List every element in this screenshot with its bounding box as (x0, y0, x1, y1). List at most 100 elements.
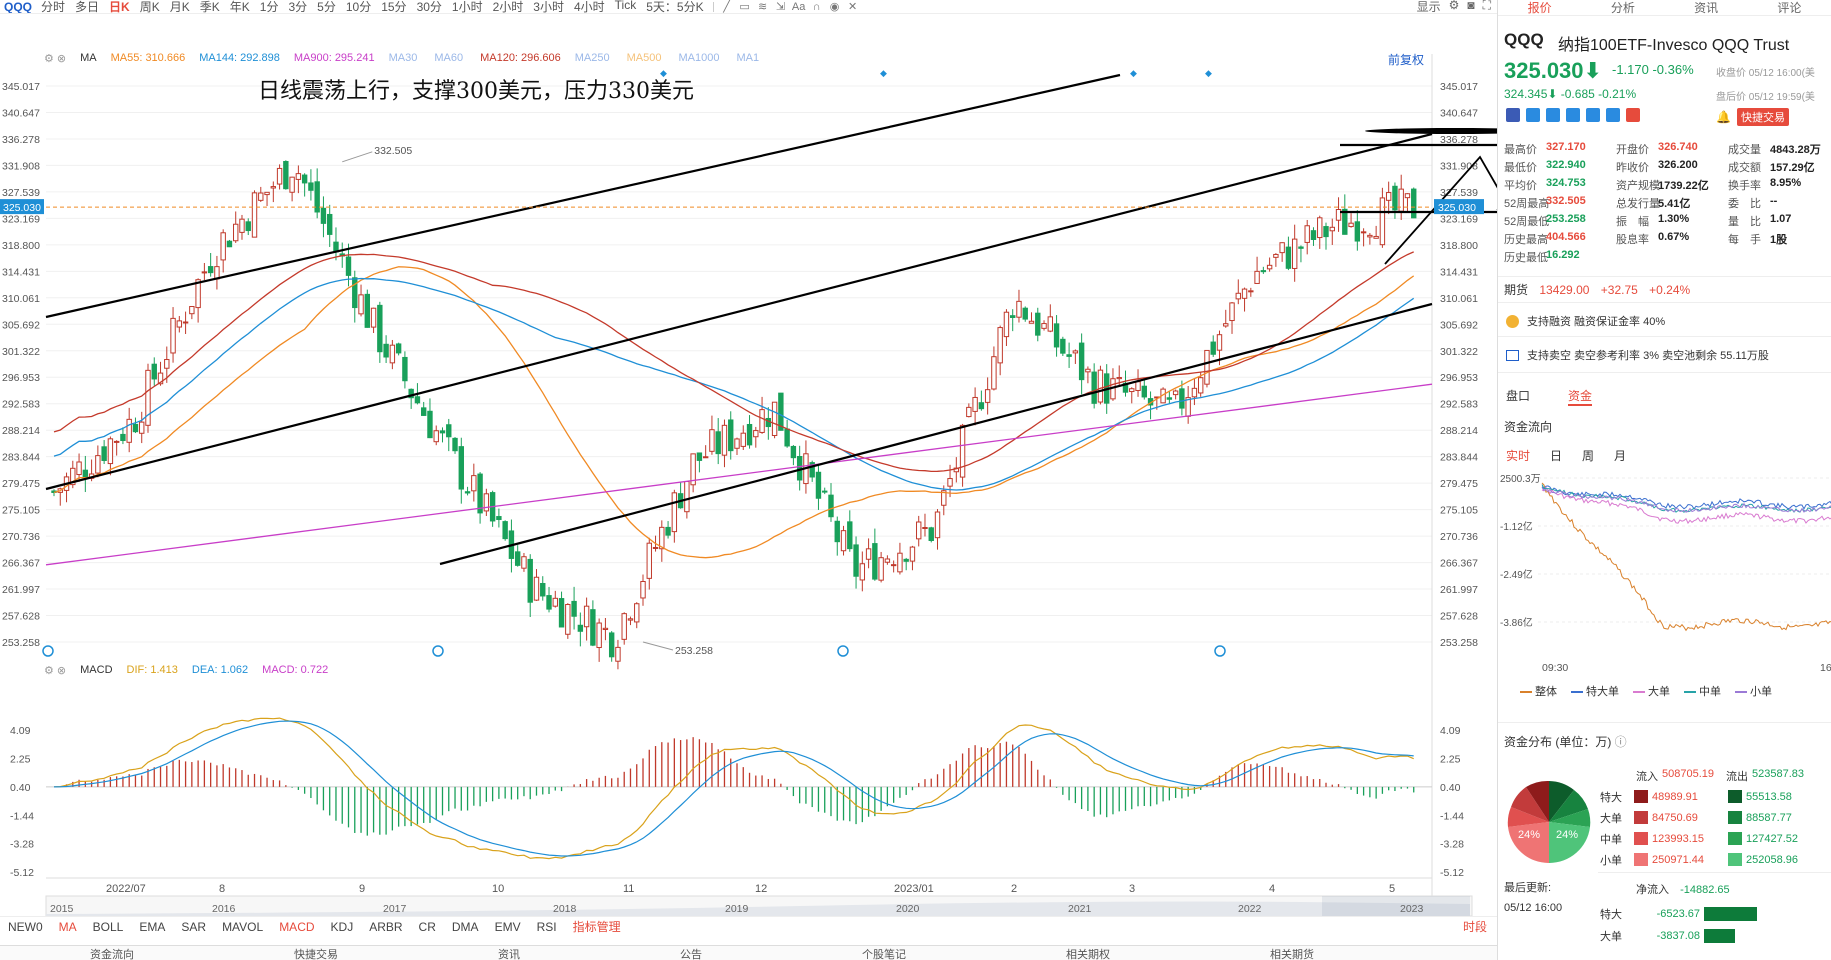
period-tab[interactable]: 3分 (283, 0, 312, 13)
indicator-tab[interactable]: ARBR (361, 920, 410, 934)
event-marker[interactable] (837, 645, 849, 657)
price-chart[interactable]: 345.017345.017340.647340.647336.278336.2… (0, 14, 1497, 916)
ma-legend-item[interactable]: MA900: 295.241 (294, 52, 375, 65)
period-tab[interactable]: 1小时 (447, 0, 488, 13)
indicator-tab[interactable]: EMA (131, 920, 173, 934)
tab-day[interactable]: 日 (1550, 447, 1562, 464)
heart-icon[interactable] (1626, 108, 1640, 122)
eye-icon[interactable]: ◉ (826, 0, 844, 13)
indicator-tab[interactable]: RSI (529, 920, 565, 934)
period-tab[interactable]: 5分 (312, 0, 341, 13)
futures-row[interactable]: 期货 13429.00 +32.75 +0.24% (1504, 281, 1698, 298)
indicator-tab[interactable]: MACD (271, 920, 322, 934)
option-icon[interactable] (1566, 108, 1580, 122)
period-tab[interactable]: 日K (104, 0, 135, 13)
doc-icon[interactable] (1606, 108, 1620, 122)
quick-trade-button[interactable]: 快捷交易 (1736, 108, 1789, 126)
tab-month[interactable]: 月 (1614, 447, 1626, 464)
tab-funds[interactable]: 资金 (1568, 387, 1593, 406)
period-tab[interactable]: 10分 (341, 0, 376, 13)
ma-legend-item[interactable]: MA60 (434, 52, 466, 65)
panel-tab[interactable]: 报价 (1498, 0, 1581, 16)
period-tab[interactable]: 15分 (376, 0, 411, 13)
indicator-tab[interactable]: NEW0 (0, 920, 51, 934)
flow-legend-item[interactable]: 整体 (1520, 683, 1557, 699)
bottom-tab[interactable]: 快捷交易 (294, 946, 338, 960)
indicator-manage-button[interactable]: 指标管理 (565, 918, 629, 935)
flow-legend-item[interactable]: 中单 (1684, 683, 1721, 699)
period-tab[interactable]: 5天：5分K (641, 0, 708, 13)
tab-realtime[interactable]: 实时 (1506, 447, 1530, 464)
ma-label[interactable]: MA (80, 52, 97, 65)
ma-legend-item[interactable]: MA1000 (678, 52, 722, 65)
indicator-tab[interactable]: MAVOL (214, 920, 271, 934)
ma-legend-item[interactable]: MA1 (736, 52, 762, 65)
indicator-tab[interactable]: MA (51, 920, 85, 934)
period-tab[interactable]: Tick (610, 0, 642, 13)
event-dot[interactable]: ◆ (880, 68, 887, 78)
event-dot[interactable]: ◆ (1205, 68, 1212, 78)
flow-legend-item[interactable]: 小单 (1735, 683, 1772, 699)
period-tab[interactable]: 2小时 (488, 0, 529, 13)
info-icon[interactable]: ⓘ (1615, 735, 1627, 749)
ma-legend-item[interactable]: MA120: 296.606 (480, 52, 561, 65)
period-tab[interactable]: 30分 (412, 0, 447, 13)
tag-icon[interactable] (1586, 108, 1600, 122)
display-button[interactable]: 显示 (1417, 0, 1441, 13)
indicator-tab[interactable]: SAR (173, 920, 214, 934)
session-button[interactable]: 时段 (1455, 918, 1497, 935)
ma-legend-item[interactable]: MA144: 292.898 (199, 52, 280, 65)
ma-legend-item[interactable]: MA500 (627, 52, 665, 65)
fullscreen-icon[interactable]: ⛶ (1483, 0, 1491, 13)
symbol-label[interactable]: QQQ (0, 0, 36, 13)
magnet-icon[interactable]: ∩ (808, 1, 826, 13)
indicator-tab[interactable]: KDJ (323, 920, 362, 934)
text-icon[interactable]: Aa (790, 1, 808, 13)
chart-area[interactable]: 345.017 345.017 340.647 340.647 336.278 336.2… (0, 14, 1497, 944)
ma-legend-item[interactable]: MA55: 310.666 (111, 52, 186, 65)
bottom-tab[interactable]: 公告 (680, 946, 702, 960)
period-tab[interactable]: 分时 (36, 0, 70, 13)
ma-legend-item[interactable]: MA250 (575, 52, 613, 65)
settings-icon[interactable]: ⚙ (1449, 0, 1460, 13)
trend-line[interactable] (45, 73, 1121, 319)
macd-settings-icon[interactable]: ⚙ ⊗ (44, 664, 66, 677)
draw-line-icon[interactable]: ╱ (718, 0, 736, 13)
period-tab[interactable]: 3小时 (528, 0, 569, 13)
trend-line[interactable] (45, 132, 1433, 491)
period-tab[interactable]: 1分 (255, 0, 284, 13)
bottom-tab[interactable]: 相关期权 (1066, 946, 1110, 960)
measure-icon[interactable]: ⇲ (772, 0, 790, 13)
legend-settings-icon[interactable]: ⚙ ⊗ (44, 52, 66, 65)
panel-tab[interactable]: 评论 (1748, 0, 1831, 16)
ma-legend-item[interactable]: MA30 (389, 52, 421, 65)
tab-order-book[interactable]: 盘口 (1506, 387, 1530, 406)
panel-tab[interactable]: 分析 (1581, 0, 1664, 16)
bottom-tab[interactable]: 资讯 (498, 946, 520, 960)
fib-icon[interactable]: ≋ (754, 0, 772, 13)
delete-icon[interactable]: ✕ (844, 0, 862, 13)
resistance-mark[interactable] (1365, 128, 1497, 134)
event-marker[interactable] (432, 645, 444, 657)
adjust-button[interactable]: 前复权 (1388, 51, 1424, 68)
period-tab[interactable]: 周K (135, 0, 165, 13)
flow-legend-item[interactable]: 特大单 (1571, 683, 1619, 699)
dollar-icon[interactable] (1546, 108, 1560, 122)
bottom-tab[interactable]: 资金流向 (90, 946, 134, 960)
panel-tab[interactable]: 资讯 (1665, 0, 1748, 16)
period-tab[interactable]: 年K (225, 0, 255, 13)
macd-name[interactable]: MACD (80, 664, 112, 677)
period-tab[interactable]: 多日 (70, 0, 104, 13)
period-tab[interactable]: 月K (165, 0, 195, 13)
navigator-window[interactable] (1322, 896, 1470, 916)
bottom-tab[interactable]: 相关期货 (1270, 946, 1314, 960)
flag-icon[interactable] (1506, 108, 1520, 122)
tab-week[interactable]: 周 (1582, 447, 1594, 464)
indicator-tab[interactable]: BOLL (85, 920, 132, 934)
event-marker[interactable] (1214, 645, 1226, 657)
lightning-icon[interactable] (1526, 108, 1540, 122)
flow-legend-item[interactable]: 大单 (1633, 683, 1670, 699)
event-dot[interactable]: ◆ (1130, 68, 1137, 78)
bottom-tab[interactable]: 个股笔记 (862, 946, 906, 960)
period-tab[interactable]: 4小时 (569, 0, 610, 13)
